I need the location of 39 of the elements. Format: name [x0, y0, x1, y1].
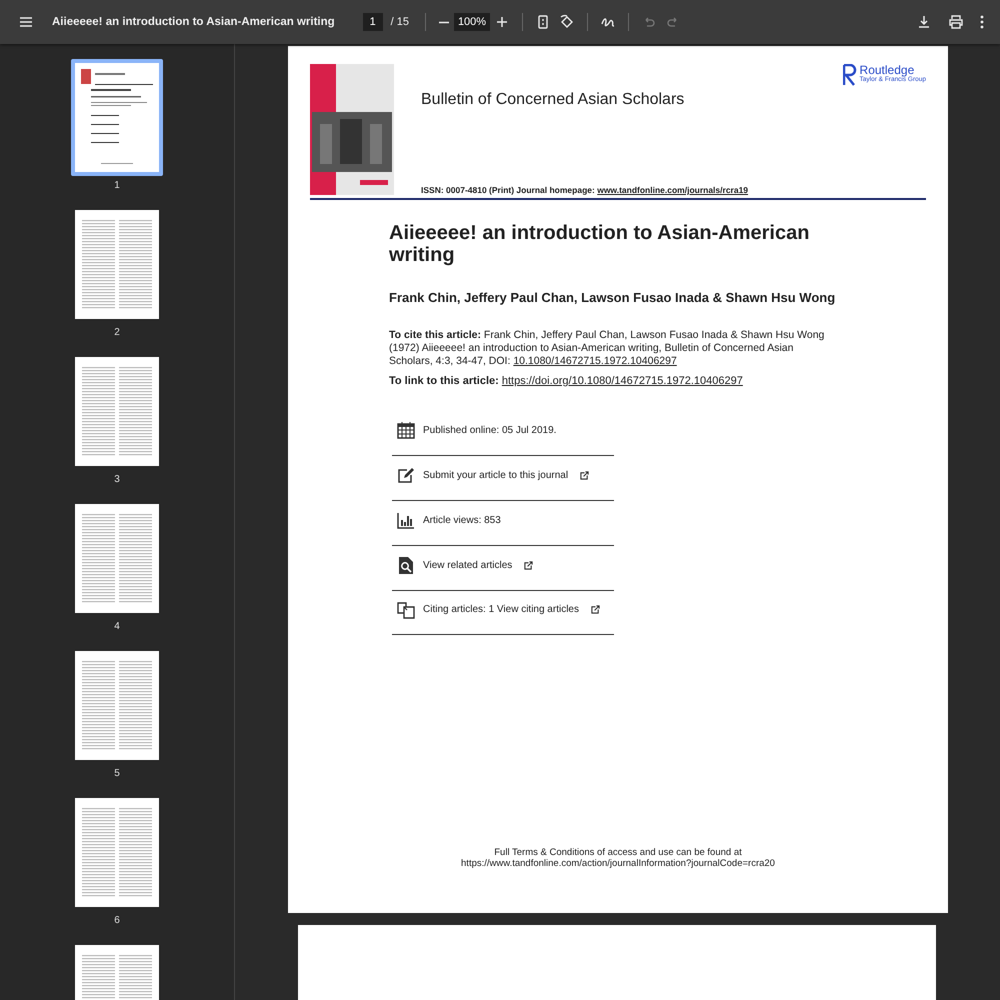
article-info-text: Published online: 05 Jul 2019. — [423, 424, 556, 436]
document-title: Aiieeeee! an introduction to Asian-American writing — [52, 16, 335, 28]
download-icon — [916, 14, 932, 30]
page-number: 4 — [114, 621, 120, 634]
article-info-link[interactable]: Submit your article to this journal — [423, 470, 568, 480]
publisher-name: Routledge — [860, 64, 914, 76]
homepage-link[interactable]: www.tandfonline.com/journals/rcra19 — [597, 185, 748, 195]
article-authors: Frank Chin, Jeffery Paul Chan, Lawson Fusao Inada & Shawn Hsu Wong — [389, 290, 836, 305]
issn-line: ISSN: 0007-4810 (Print) Journal homepage: www.tandfonline.com/journals/rcra19 — [421, 185, 750, 195]
article-info-text: Article views: 853 — [423, 514, 501, 526]
minus-icon — [438, 20, 450, 24]
link-label: To link to this article: — [389, 375, 499, 387]
doi-link[interactable]: 10.1080/14672715.1972.10406297 — [513, 355, 677, 367]
printer-icon — [948, 14, 964, 30]
page-count: / 15 — [390, 16, 410, 28]
page-number-field[interactable]: 1 — [362, 13, 383, 31]
rotate-icon — [559, 14, 576, 30]
footer-text: Full Terms & Conditions of access and use can be found at — [493, 847, 743, 858]
bar-chart-icon — [397, 511, 415, 529]
page-number: 1 — [114, 180, 120, 193]
page-thumbnail[interactable] — [71, 59, 163, 176]
article-title: Aiieeeee! an introduction to Asian-American writing — [389, 222, 810, 266]
overlapping-pages-icon — [397, 600, 415, 618]
publisher-logo-icon — [842, 64, 857, 86]
article-info-link[interactable]: Citing articles: 1 View citing articles — [423, 604, 579, 615]
footer-text: https://www.tandfonline.com/action/journalInformation?journalCode=rcra20 — [460, 858, 776, 869]
article-info-link[interactable]: View related articles — [423, 560, 512, 570]
document-search-icon — [397, 556, 415, 574]
article-link[interactable]: https://doi.org/10.1080/14672715.1972.10406297 — [502, 375, 743, 387]
page-number: 2 — [114, 327, 120, 340]
calendar-icon — [397, 421, 415, 439]
zoom-field[interactable]: 100% — [454, 13, 490, 31]
more-icon — [980, 15, 984, 29]
citation-text: To cite this article: Frank Chin, Jeffery Paul Chan, Lawson Fusao Inada & Shawn Hsu Wong (1972) Aiieeeee! an introduction to Asian-American writing, Bulletin of Concerned Asian Scholars, 4:3, 34-47, DOI: 10.1080/14672715.1972.10406297 — [389, 329, 826, 368]
journal-name: Bulletin of Concerned Asian Scholars — [421, 91, 686, 109]
page-number: 6 — [114, 915, 120, 928]
pencil-on-square-icon — [397, 466, 415, 484]
page-number: 5 — [114, 768, 120, 781]
page-number: 3 — [114, 474, 120, 487]
